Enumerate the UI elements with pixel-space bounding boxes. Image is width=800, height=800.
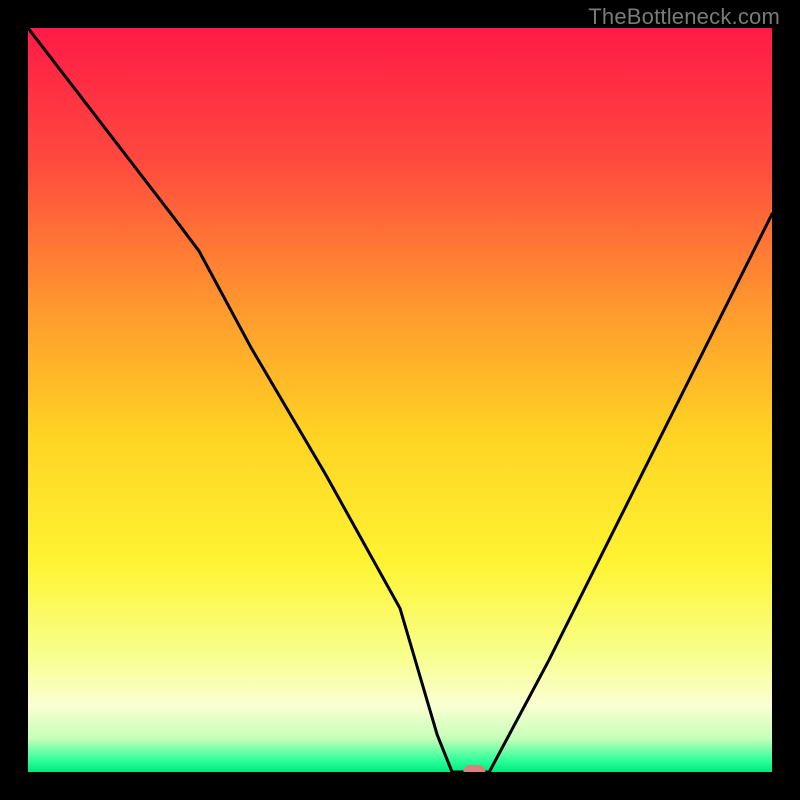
attribution-text: TheBottleneck.com [588, 4, 780, 30]
plot-area [28, 28, 772, 772]
chart-svg [28, 28, 772, 772]
gradient-background [28, 28, 772, 772]
chart-container: TheBottleneck.com [0, 0, 800, 800]
